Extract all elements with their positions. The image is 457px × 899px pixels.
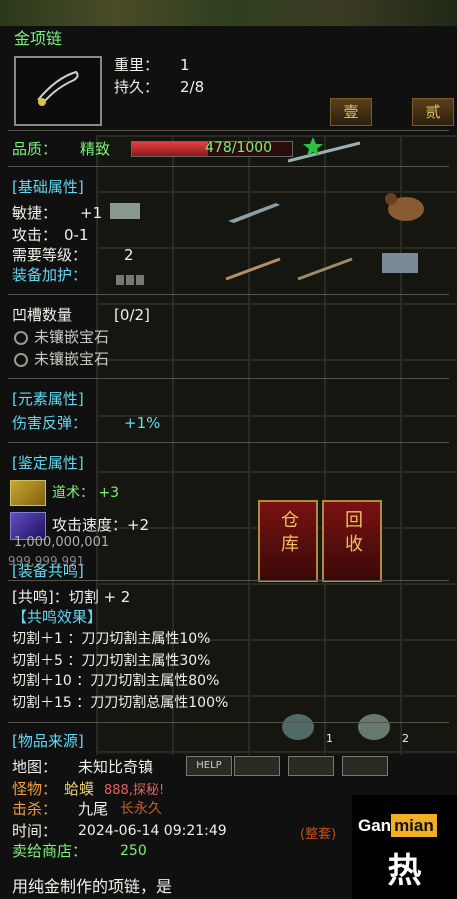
divider <box>8 580 449 581</box>
protect-slots <box>116 269 146 288</box>
toolbar-button-2[interactable] <box>288 756 334 776</box>
speed-stat: 攻击速度：+2 <box>52 516 150 534</box>
identify-header: [鉴定属性] <box>12 454 84 472</box>
sell-value: 250 <box>120 843 147 859</box>
watermark-brand: Gan mian <box>354 813 454 839</box>
divider <box>8 166 449 167</box>
protect-slot <box>136 274 144 285</box>
brand-left: Gan <box>358 816 392 835</box>
divider <box>8 378 449 379</box>
taoism-stat: 道术： +3 <box>52 485 120 501</box>
chat-line-2: 长永久 <box>120 801 162 817</box>
socket-icon <box>14 330 28 345</box>
level-label: 需要等级： <box>12 246 88 264</box>
durability-value: 2/8 <box>180 78 205 96</box>
help-button[interactable]: HELP <box>186 756 232 776</box>
killer-value: 九尾 <box>78 800 109 818</box>
stack-count-1: 1 <box>326 732 333 745</box>
watermark-logo: Gan mian 热 <box>352 795 457 899</box>
sell-label: 卖给商店： <box>12 842 88 860</box>
resonance-subheader: [共鸣]：切割 + 2 <box>12 588 131 606</box>
ore-icon-2[interactable] <box>352 705 396 745</box>
weight-value: 1 <box>180 56 190 74</box>
killer-label: 击杀： <box>12 800 58 818</box>
time-value: 2024-06-14 09:21:49 <box>78 823 227 839</box>
star-icon <box>303 137 323 156</box>
attack-value: 0-1 <box>64 226 89 244</box>
toolbar-button-1[interactable] <box>234 756 280 776</box>
protect-label: 装备加护： <box>12 266 88 284</box>
necklace-icon <box>37 70 79 106</box>
monster-label: 怪物： <box>12 780 58 798</box>
dagger-icon[interactable] <box>224 197 284 227</box>
quality-value: 精致 <box>80 140 111 158</box>
item-name: 金项链 <box>14 29 63 48</box>
ore-icon[interactable] <box>276 705 320 745</box>
resonance-header: [装备共鸣] <box>12 562 84 580</box>
source-header: [物品来源] <box>12 732 84 750</box>
resonance-effect-header: 【共鸣效果】 <box>12 608 103 626</box>
divider <box>8 722 449 723</box>
map-label: 地图： <box>12 758 58 776</box>
resonance-line: 切割＋15 ：刀刀切割总属性100% <box>12 695 229 711</box>
agility-label: 敏捷： <box>12 204 58 222</box>
recycle-button[interactable]: 回收 <box>322 500 382 582</box>
quality-progress-text: 478/1000 <box>205 140 273 156</box>
boots-icon[interactable] <box>376 243 426 283</box>
socket-header: 凹槽数量 <box>12 306 73 324</box>
chat-line-3: (整套) <box>300 827 337 842</box>
resonance-line: 切割＋5 ：刀刀切割主属性30% <box>12 653 211 669</box>
agility-value: +1 <box>80 204 103 222</box>
element-header: [元素属性] <box>12 390 84 408</box>
divider <box>8 442 449 443</box>
quality-label: 品质： <box>12 140 58 158</box>
warehouse-button[interactable]: 仓库 <box>258 500 318 582</box>
quality-progress-fill <box>132 142 209 156</box>
stack-count-2: 2 <box>402 732 409 745</box>
attack-label: 攻击： <box>12 226 58 244</box>
money-text: 1,000,000,001 <box>14 535 110 550</box>
socket-count: [0/2] <box>114 306 150 324</box>
tab-2[interactable]: 贰 <box>412 98 454 126</box>
tab-1[interactable]: 壹 <box>330 98 372 126</box>
level-value: 2 <box>124 246 134 264</box>
reflect-label: 伤害反弹： <box>12 414 88 432</box>
gauntlet-icon[interactable] <box>106 193 146 227</box>
spear-icon[interactable] <box>224 253 284 283</box>
protect-slot <box>116 274 124 285</box>
divider <box>8 130 449 131</box>
item-preview-box <box>14 56 102 126</box>
chat-line-1: 888,探秘! <box>104 783 165 798</box>
socket-slot-1-text: 未镶嵌宝石 <box>34 328 110 346</box>
sword-icon[interactable] <box>286 139 366 165</box>
durability-label: 持久： <box>114 78 160 96</box>
recycle-label: 回收 <box>342 510 363 558</box>
weight-label: 重里： <box>114 56 160 74</box>
map-value: 未知比奇镇 <box>78 758 154 776</box>
taoism-icon <box>10 480 46 506</box>
basic-header: [基础属性] <box>12 178 84 196</box>
time-label: 时间： <box>12 822 58 840</box>
resonance-line: 切割＋1 ：刀刀切割主属性10% <box>12 631 211 647</box>
reflect-value: +1% <box>124 414 161 432</box>
bird-icon[interactable] <box>381 187 431 227</box>
socket-icon <box>14 352 28 367</box>
spear-icon-2[interactable] <box>296 253 356 283</box>
socket-slot-2: 未镶嵌宝石 <box>14 350 109 368</box>
socket-slot-1: 未镶嵌宝石 <box>14 328 109 346</box>
resonance-line: 切割＋10 ：刀刀切割主属性80% <box>12 673 220 689</box>
protect-slot <box>126 274 134 285</box>
monster-value: 蛤蟆 <box>64 780 95 798</box>
top-scene-strip <box>0 0 457 26</box>
toolbar-button-3[interactable] <box>342 756 388 776</box>
item-description: 用纯金制作的项链，是 <box>12 877 173 896</box>
warehouse-label: 仓库 <box>278 510 299 558</box>
watermark-char: 热 <box>387 851 422 891</box>
divider <box>8 294 449 295</box>
socket-slot-2-text: 未镶嵌宝石 <box>34 350 110 368</box>
brand-right: mian <box>391 814 437 837</box>
